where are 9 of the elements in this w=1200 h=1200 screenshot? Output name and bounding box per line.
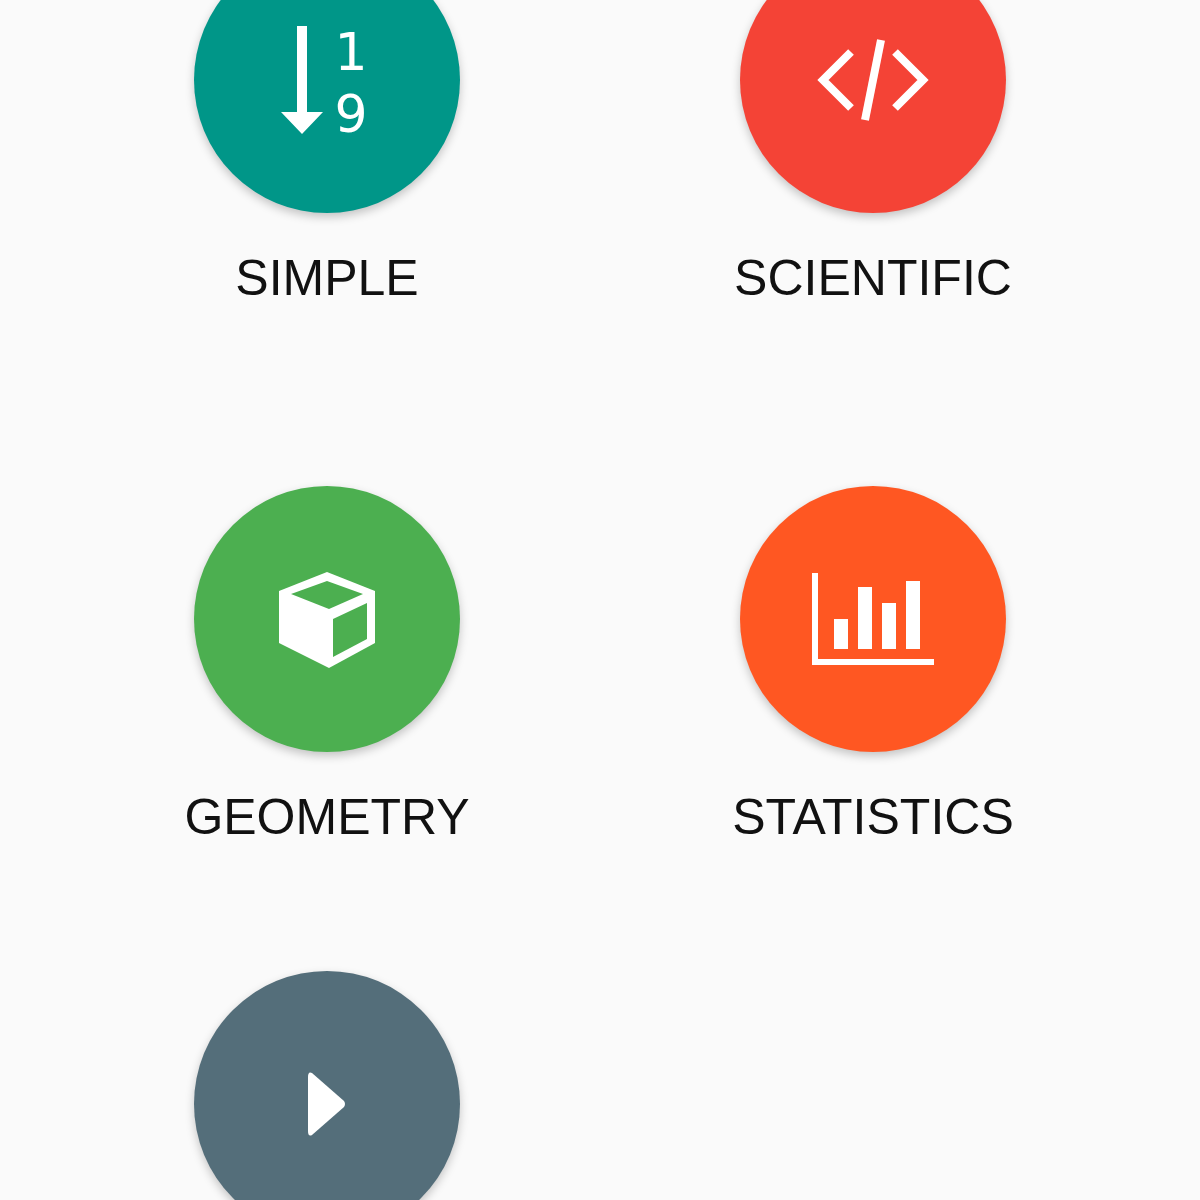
cube-icon	[277, 569, 377, 669]
code-icon	[817, 38, 929, 122]
mode-label: GEOMETRY	[184, 789, 470, 845]
play-icon	[308, 1071, 346, 1137]
mode-button[interactable]: 1 9	[194, 0, 460, 213]
mode-label: STATISTICS	[732, 789, 1014, 845]
bar-chart-icon	[812, 573, 934, 665]
mode-label: SCIENTIFIC	[734, 250, 1012, 306]
mode-label: SIMPLE	[235, 250, 419, 306]
